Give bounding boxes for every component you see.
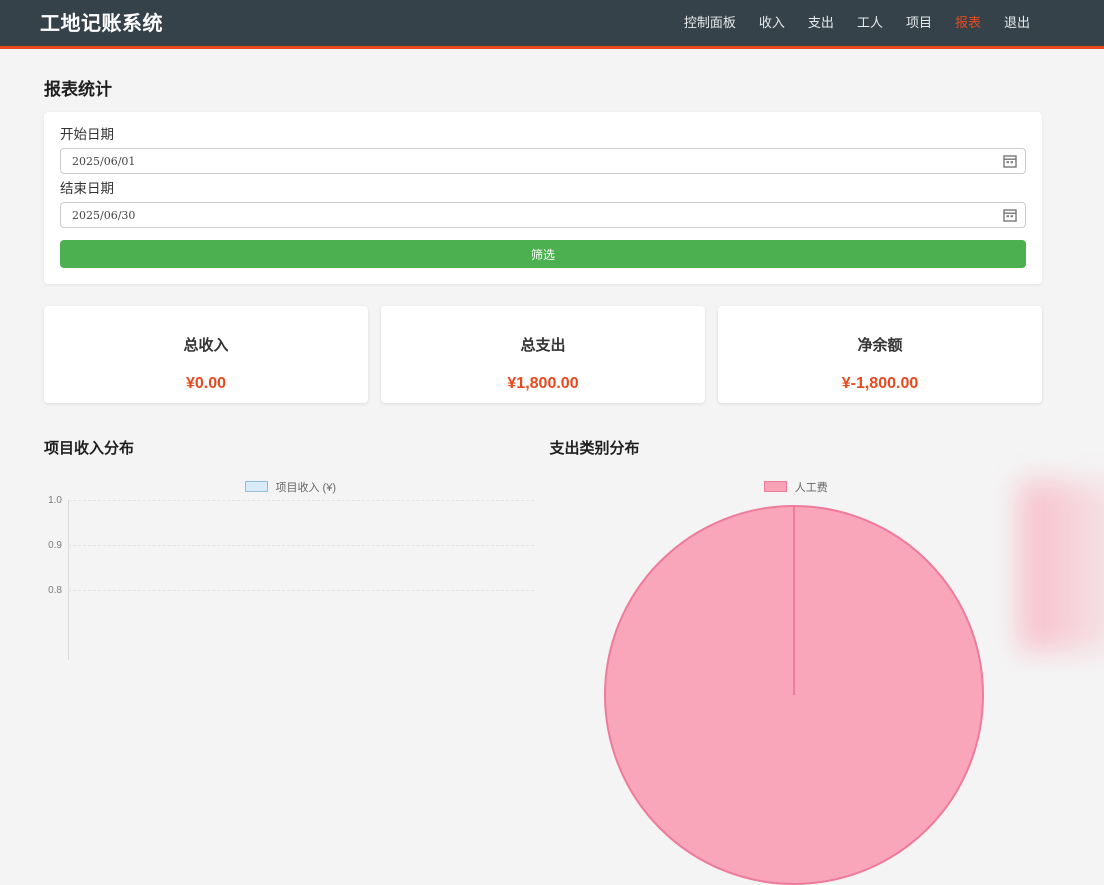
- date-filter-card: 开始日期 结束日期 筛选: [44, 112, 1042, 284]
- nav-item-logout[interactable]: 退出: [1004, 12, 1030, 31]
- summary-card-total-income: 总收入 ¥0.00: [44, 306, 368, 403]
- card-title: 净余额: [718, 334, 1042, 355]
- gridline: [68, 545, 534, 546]
- start-date-label: 开始日期: [60, 128, 1026, 142]
- y-tick-label: 0.8: [44, 585, 62, 596]
- income-bar-chart: 1.0 0.9 0.8: [44, 496, 537, 624]
- summary-cards-row: 总收入 ¥0.00 总支出 ¥1,800.00 净余额 ¥-1,800.00: [44, 306, 1042, 403]
- filter-button[interactable]: 筛选: [60, 240, 1026, 268]
- card-title: 总收入: [44, 334, 368, 355]
- summary-card-net-balance: 净余额 ¥-1,800.00: [718, 306, 1042, 403]
- app-header: 工地记账系统 控制面板 收入 支出 工人 项目 报表 退出: [0, 0, 1104, 49]
- main-content: 报表统计 开始日期 结束日期 筛选 总收入 ¥0.0: [44, 75, 1042, 624]
- start-date-input[interactable]: [60, 148, 1026, 174]
- nav-item-expense[interactable]: 支出: [808, 12, 834, 31]
- expense-chart-title: 支出类别分布: [550, 439, 1043, 458]
- nav-item-projects[interactable]: 项目: [906, 12, 932, 31]
- app-title: 工地记账系统: [40, 7, 163, 36]
- card-amount: ¥-1,800.00: [718, 375, 1042, 393]
- pie-slice-seam: [793, 507, 795, 695]
- expense-pie-chart: [550, 496, 1043, 624]
- income-chart-legend[interactable]: 项目收入 (¥): [44, 480, 537, 493]
- y-axis-line: [68, 500, 69, 660]
- pie-slice-labor: [604, 505, 984, 885]
- end-date-label: 结束日期: [60, 182, 1026, 196]
- gridline: [68, 500, 534, 501]
- gridline: [68, 590, 534, 591]
- income-chart-title: 项目收入分布: [44, 439, 537, 458]
- legend-swatch-labor: [764, 481, 787, 492]
- income-chart-section: 项目收入分布 项目收入 (¥) 1.0 0.9 0.8: [44, 439, 537, 624]
- nav-item-reports[interactable]: 报表: [955, 12, 981, 31]
- card-amount: ¥0.00: [44, 375, 368, 393]
- card-title: 总支出: [381, 334, 705, 355]
- y-tick-label: 1.0: [44, 495, 62, 506]
- expense-chart-section: 支出类别分布 人工费: [550, 439, 1043, 624]
- legend-label: 项目收入 (¥): [276, 479, 337, 495]
- y-tick-label: 0.9: [44, 540, 62, 551]
- main-nav: 控制面板 收入 支出 工人 项目 报表 退出: [684, 12, 1030, 31]
- nav-item-dashboard[interactable]: 控制面板: [684, 12, 736, 31]
- pie-glow-artifact: [1020, 481, 1104, 651]
- summary-card-total-expense: 总支出 ¥1,800.00: [381, 306, 705, 403]
- end-date-input[interactable]: [60, 202, 1026, 228]
- card-amount: ¥1,800.00: [381, 375, 705, 393]
- page-title: 报表统计: [44, 75, 1042, 100]
- nav-item-workers[interactable]: 工人: [857, 12, 883, 31]
- nav-item-income[interactable]: 收入: [759, 12, 785, 31]
- end-date-field: [60, 202, 1026, 228]
- expense-chart-legend[interactable]: 人工费: [550, 480, 1043, 493]
- start-date-field: [60, 148, 1026, 174]
- calendar-icon[interactable]: [1003, 208, 1017, 222]
- calendar-icon[interactable]: [1003, 154, 1017, 168]
- legend-swatch-income: [245, 481, 268, 492]
- charts-row: 项目收入分布 项目收入 (¥) 1.0 0.9 0.8: [44, 439, 1042, 624]
- legend-label: 人工费: [795, 479, 828, 495]
